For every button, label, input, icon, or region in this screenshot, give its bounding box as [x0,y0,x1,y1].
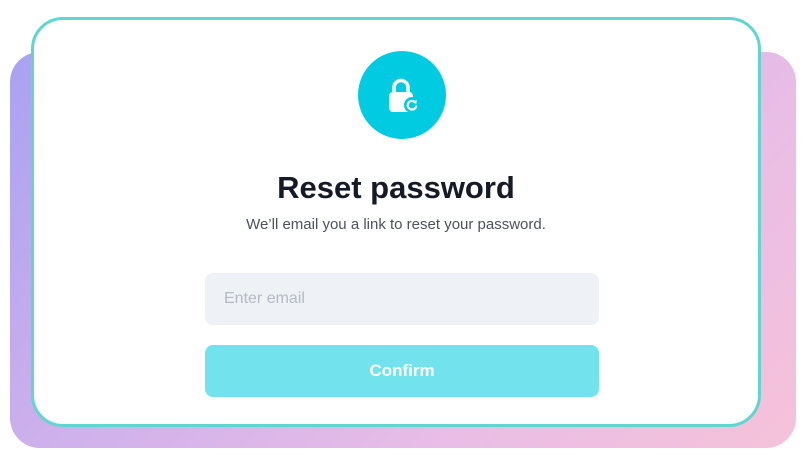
page-subtitle: We’ll email you a link to reset your pas… [246,216,546,233]
page-title: Reset password [277,170,515,205]
lock-icon [389,78,420,113]
lock-reset-icon [358,51,446,139]
email-field[interactable] [205,273,599,325]
confirm-button[interactable]: Confirm [205,345,599,397]
reset-password-card: Reset password We’ll email you a link to… [31,17,761,427]
page: Reset password We’ll email you a link to… [0,0,807,460]
